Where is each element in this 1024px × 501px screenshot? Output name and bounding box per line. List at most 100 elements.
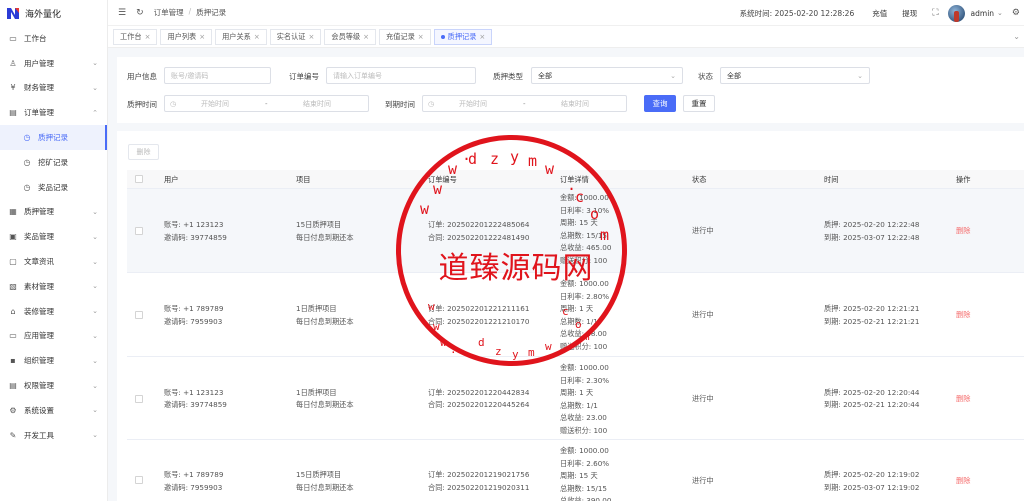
chevron-down-icon[interactable]: ⌄ — [1013, 32, 1020, 41]
start-time-placeholder: 开始时间 — [201, 99, 229, 108]
avatar[interactable] — [947, 4, 965, 22]
sidebar-item-label: 装修管理 — [24, 306, 54, 316]
close-icon[interactable]: × — [145, 33, 151, 41]
tab[interactable]: 质押记录 × — [433, 28, 493, 45]
table-row[interactable]: 账号: +1 789789 邀请码: 7959903 15日质押项目 每日付息到期还本… — [127, 440, 1024, 501]
close-icon[interactable]: × — [479, 33, 485, 41]
system-time: 系统时间: 2025-02-20 12:28:26 — [739, 8, 855, 18]
project-cell: 1日质押项目 每日付息到期还本 — [296, 303, 354, 328]
tool-icon: ✎ — [9, 430, 17, 440]
decorate-icon: ⌂ — [10, 306, 16, 316]
sidebar-item-label: 开发工具 — [24, 430, 54, 440]
user-cell: 账号: +1 789789 邀请码: 7959903 — [164, 469, 223, 494]
close-icon[interactable]: × — [254, 33, 260, 41]
withdraw-link[interactable]: 提现 — [902, 8, 917, 19]
watermark-char: w — [545, 340, 552, 353]
order-no-cell: 订单: 202502201220442834 合同: 20250220122044… — [428, 387, 529, 412]
reset-button[interactable]: 重置 — [683, 95, 715, 112]
sidebar-item[interactable]: ▭ 工作台 — [0, 26, 107, 51]
sidebar-item[interactable]: ◷ 质押记录 — [0, 125, 107, 150]
sidebar-item[interactable]: ✎ 开发工具 ⌄ — [0, 423, 107, 448]
order-no-input[interactable]: 请输入订单编号 — [326, 67, 476, 84]
tab[interactable]: 会员等级 × — [324, 28, 377, 45]
select-all-checkbox[interactable] — [135, 175, 143, 183]
sidebar-item[interactable]: ◷ 奖品记录 — [0, 175, 107, 200]
sidebar-item[interactable]: ⌂ 装修管理 ⌄ — [0, 299, 107, 324]
search-button[interactable]: 查询 — [644, 95, 676, 112]
user-cell-line: 邀请码: 39774859 — [164, 400, 227, 410]
user-info-input[interactable]: 账号/邀请码 — [164, 67, 271, 84]
sidebar-item-label: 奖品管理 — [24, 232, 54, 242]
time-cell: 质押: 2025-02-20 12:19:02 到期: 2025-03-07 12… — [824, 469, 919, 494]
gear-icon[interactable]: ⚙ — [1012, 8, 1020, 18]
order-details-cell: 金额: 1000.00 日利率: 2.60% 周期: 15 天总期数: 15/15 总… — [560, 445, 611, 501]
app-logo[interactable]: 海外量化 — [0, 0, 107, 26]
stake-time-range[interactable]: ◷ 开始时间 - 结束时间 — [164, 95, 369, 112]
sidebar-item-label: 质押管理 — [24, 207, 54, 217]
tab-label: 实名认证 — [276, 31, 306, 41]
expire-time-range[interactable]: ◷ 开始时间 - 结束时间 — [422, 95, 627, 112]
sidebar-item[interactable]: ▣ 奖品管理 ⌄ — [0, 224, 107, 249]
order-details-cell-line: 总收益: 23.00 — [560, 413, 607, 423]
sidebar-item[interactable]: ▭ 应用管理 ⌄ — [0, 324, 107, 349]
watermark-char: w — [433, 320, 440, 333]
tab[interactable]: 实名认证 × — [269, 28, 322, 45]
tab[interactable]: 用户列表 × — [160, 28, 213, 45]
tab[interactable]: 充值记录 × — [379, 28, 431, 45]
delete-row-button[interactable]: 删除 — [956, 310, 970, 320]
fullscreen-icon[interactable]: ⛶ — [932, 8, 938, 18]
start-time-placeholder: 开始时间 — [459, 99, 487, 108]
tab[interactable]: 工作台 × — [113, 28, 158, 45]
tab-label: 用户关系 — [222, 31, 251, 41]
batch-delete-button[interactable]: 删除 — [128, 144, 159, 160]
table-row[interactable]: 账号: +1 123123 邀请码: 39774859 1日质押项目 每日付息到期还本… — [127, 357, 1024, 440]
sidebar-item[interactable]: ▤ 权限管理 ⌄ — [0, 373, 107, 398]
chevron-up-icon: ⌃ — [92, 108, 98, 117]
menu-toggle-icon[interactable]: ☰ — [118, 8, 126, 18]
chevron-down-icon[interactable]: ⌄ — [997, 9, 1003, 17]
recharge-link[interactable]: 充值 — [872, 8, 887, 19]
sidebar-item[interactable]: ▦ 质押管理 ⌄ — [0, 200, 107, 225]
row-checkbox[interactable] — [135, 394, 143, 403]
close-icon[interactable]: × — [199, 33, 205, 41]
status-cell: 进行中 — [692, 310, 714, 319]
sidebar-item[interactable]: ◷ 挖矿记录 — [0, 150, 107, 175]
sidebar-item[interactable]: ▪ 组织管理 ⌄ — [0, 348, 107, 373]
stake-type-select[interactable]: 全部 ⌄ — [531, 67, 683, 84]
time-cell: 质押: 2025-02-20 12:20:44 到期: 2025-02-21 12… — [824, 387, 919, 412]
watermark-char: · — [450, 346, 457, 359]
row-checkbox[interactable] — [135, 311, 143, 319]
close-icon[interactable]: × — [418, 33, 424, 41]
delete-row-button[interactable]: 删除 — [956, 394, 970, 404]
sidebar-menu: ▭ 工作台 ♙ 用户管理 ⌄ ¥ 财务管理 ⌄ ▤ 订单管理 ⌃ ◷ 质押记录 ◷ 挖矿记录 ◷ 奖品记录 ▦ 质押… — [0, 26, 107, 448]
watermark-char: w — [433, 180, 443, 198]
time-cell-line: 质押: 2025-02-20 12:20:44 — [824, 387, 920, 397]
close-icon[interactable]: × — [363, 33, 369, 41]
project-cell-line: 每日付息到期还本 — [296, 482, 354, 492]
username[interactable]: admin — [971, 9, 995, 18]
refresh-icon[interactable]: ↻ — [136, 8, 144, 18]
delete-row-button[interactable]: 删除 — [956, 476, 970, 486]
breadcrumb-separator: / — [188, 7, 192, 16]
sidebar-item[interactable]: ▤ 订单管理 ⌃ — [0, 100, 107, 125]
user-cell: 账号: +1 123123 邀请码: 39774859 — [164, 219, 227, 244]
breadcrumb-item[interactable]: 订单管理 — [154, 7, 184, 18]
sidebar-item[interactable]: ♙ 用户管理 ⌄ — [0, 51, 107, 76]
sidebar-item[interactable]: ▧ 素材管理 ⌄ — [0, 274, 107, 299]
column-header-user: 用户 — [164, 175, 179, 184]
row-checkbox[interactable] — [135, 227, 143, 235]
watermark-char: · — [553, 348, 560, 361]
delete-row-button[interactable]: 删除 — [956, 226, 970, 236]
chevron-down-icon: ⌄ — [92, 307, 98, 316]
sidebar-item[interactable]: ▢ 文章资讯 ⌄ — [0, 249, 107, 274]
row-checkbox[interactable] — [135, 476, 143, 484]
close-icon[interactable]: × — [309, 33, 315, 41]
watermark-char: m — [528, 346, 535, 359]
tab-label: 工作台 — [120, 31, 142, 41]
status-select[interactable]: 全部 ⌄ — [720, 67, 870, 84]
sidebar-item[interactable]: ¥ 财务管理 ⌄ — [0, 76, 107, 101]
tab[interactable]: 用户关系 × — [215, 28, 267, 45]
watermark-char: w — [440, 336, 447, 349]
permission-icon: ▤ — [9, 381, 17, 391]
sidebar-item[interactable]: ⚙ 系统设置 ⌄ — [0, 398, 107, 423]
